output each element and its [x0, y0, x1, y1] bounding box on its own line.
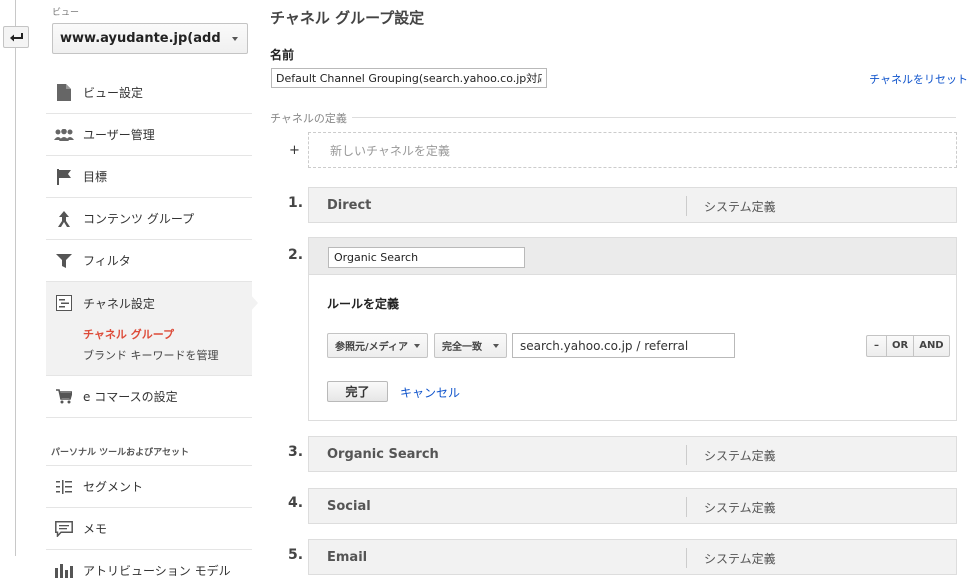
document-icon [54, 84, 74, 102]
remove-condition-button[interactable]: – [867, 336, 886, 356]
channel-name: Direct [327, 198, 372, 213]
back-arrow-icon [10, 33, 23, 42]
divider [686, 497, 687, 517]
content-group-icon [54, 210, 74, 228]
nav-item-channel-settings[interactable]: チャネル設定 [46, 282, 252, 324]
segment-icon [54, 478, 74, 496]
channel-row-organic-search[interactable]: Organic Search システム定義 [308, 436, 957, 472]
channel-type: システム定義 [704, 501, 776, 515]
divider [686, 548, 687, 568]
users-icon [54, 126, 74, 144]
channel-name: Organic Search [327, 447, 439, 462]
nav-item-label: ビュー設定 [83, 86, 144, 100]
channel-edit-panel: ルールを定義 参照元/メディア 完全一致 – OR AND 完了 キャンセル [308, 237, 957, 421]
nav-item-ecommerce-settings[interactable]: e コマースの設定 [46, 376, 252, 418]
nav-item-label: アトリビューション モデル [83, 564, 231, 578]
rail-line [15, 0, 16, 556]
channel-type: システム定義 [704, 200, 776, 214]
channel-name: Social [327, 499, 371, 514]
nav-item-label: コンテンツ グループ [83, 212, 195, 226]
flag-icon [54, 168, 74, 186]
subnav-brand-keywords[interactable]: ブランド キーワードを管理 [83, 345, 252, 366]
divider [686, 196, 687, 216]
define-new-channel-button[interactable]: 新しいチャネルを定義 [308, 132, 957, 168]
channel-row-direct[interactable]: Direct システム定義 [308, 187, 957, 223]
personal-tools-header: パーソナル ツールおよびアセット [46, 442, 252, 466]
rule-operator-group: – OR AND [866, 335, 950, 357]
nav-item-label: セグメント [83, 480, 144, 494]
channel-number: 1. [288, 195, 304, 211]
rule-title: ルールを定義 [327, 297, 400, 311]
memo-icon [54, 520, 74, 538]
channel-number: 2. [288, 247, 304, 263]
channel-row-email[interactable]: Email システム定義 [308, 539, 957, 575]
nav-item-segments[interactable]: セグメント [46, 466, 252, 508]
channel-row-social[interactable]: Social システム定義 [308, 488, 957, 524]
name-label: 名前 [270, 48, 295, 62]
plus-icon[interactable]: + [289, 143, 300, 158]
filter-icon [54, 252, 74, 270]
divider [686, 445, 687, 465]
view-label: ビュー [52, 8, 80, 18]
match-type-dropdown[interactable]: 完全一致 [434, 333, 507, 358]
channel-edit-header [309, 238, 956, 275]
channel-number: 5. [288, 547, 304, 563]
nav-item-view-settings[interactable]: ビュー設定 [46, 72, 252, 114]
dimension-value: 参照元/メディア [335, 342, 408, 353]
channel-settings-icon [54, 294, 74, 312]
left-rail [0, 0, 33, 584]
chevron-down-icon [232, 37, 238, 41]
nav-item-label: 目標 [83, 170, 108, 184]
define-new-channel-label: 新しいチャネルを定義 [330, 143, 450, 158]
nav-item-label: ユーザー管理 [83, 128, 155, 142]
or-button[interactable]: OR [886, 336, 913, 356]
cart-icon [54, 388, 74, 406]
nav-item-label: メモ [83, 522, 108, 536]
nav-item-filters[interactable]: フィルタ [46, 240, 252, 282]
done-button[interactable]: 完了 [327, 381, 388, 402]
rule-value-input[interactable] [512, 333, 735, 358]
view-selector[interactable]: www.ayudante.jp(add ... [52, 23, 248, 54]
channel-type: システム定義 [704, 449, 776, 463]
chevron-down-icon [493, 344, 499, 348]
reset-channels-link[interactable]: チャネルをリセット [869, 71, 968, 87]
channel-definition-label: チャネルの定義 [270, 112, 347, 125]
chevron-down-icon [414, 344, 420, 348]
divider [352, 117, 956, 118]
cancel-link[interactable]: キャンセル [400, 384, 460, 401]
done-button-label: 完了 [345, 385, 370, 399]
sidebar: ビュー www.ayudante.jp(add ... ビュー設定 ユーザー管理… [46, 0, 252, 584]
admin-nav: ビュー設定 ユーザー管理 目標 コンテンツ グループ フィルタ チャネル設定 チ… [46, 72, 252, 584]
active-item-pointer [250, 294, 258, 312]
subnav-channel-grouping[interactable]: チャネル グループ [83, 324, 252, 345]
channel-type: システム定義 [704, 552, 776, 566]
nav-item-user-management[interactable]: ユーザー管理 [46, 114, 252, 156]
channel-name-input[interactable] [328, 247, 525, 268]
back-button[interactable] [3, 26, 29, 48]
dimension-dropdown[interactable]: 参照元/メディア [327, 333, 428, 358]
nav-item-attribution-models[interactable]: アトリビューション モデル [46, 550, 252, 584]
channel-number: 4. [288, 495, 304, 511]
view-selector-value: www.ayudante.jp(add ... [60, 31, 220, 46]
nav-item-label: フィルタ [83, 254, 131, 268]
and-button[interactable]: AND [913, 336, 948, 356]
bar-chart-icon [54, 562, 74, 580]
main-content: チャネル グループ設定 名前 チャネルをリセット チャネルの定義 + 新しいチャ… [270, 0, 970, 584]
channel-grouping-name-input[interactable] [271, 68, 547, 88]
channel-number: 3. [288, 444, 304, 460]
nav-item-annotations[interactable]: メモ [46, 508, 252, 550]
channel-name: Email [327, 550, 368, 565]
nav-item-label: e コマースの設定 [83, 390, 178, 404]
nav-item-content-grouping[interactable]: コンテンツ グループ [46, 198, 252, 240]
match-type-value: 完全一致 [442, 342, 482, 353]
channel-settings-submenu: チャネル グループ ブランド キーワードを管理 [46, 324, 252, 376]
nav-item-goals[interactable]: 目標 [46, 156, 252, 198]
page-title: チャネル グループ設定 [270, 9, 425, 27]
nav-item-label: チャネル設定 [83, 296, 155, 311]
